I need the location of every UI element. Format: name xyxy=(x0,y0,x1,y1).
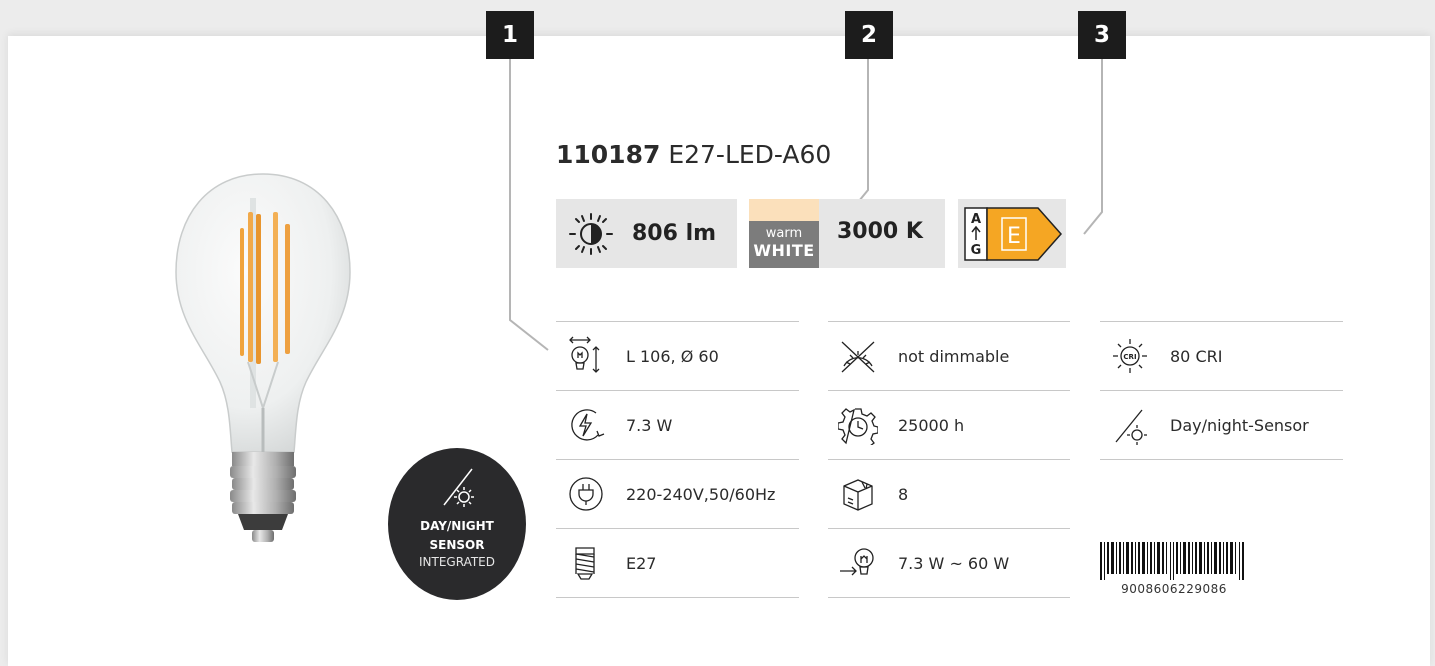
power-icon xyxy=(571,409,605,441)
spec-dimensions: L 106, Ø 60 xyxy=(556,321,799,390)
barcode-number: 9008606229086 xyxy=(1121,582,1227,596)
equivalent-wattage-icon xyxy=(840,548,874,576)
socket-e27-icon xyxy=(575,547,595,580)
filament-bulb-image xyxy=(175,173,351,542)
day-night-sensor-icon xyxy=(1113,408,1147,445)
day-night-sensor-icon xyxy=(441,465,474,507)
spec-dimensions-text: L 106, Ø 60 xyxy=(626,346,719,366)
warm-label: warm xyxy=(765,226,803,241)
warm-white-swatch: warm WHITE xyxy=(749,199,819,268)
barcode xyxy=(1100,542,1244,580)
spec-socket-text: E27 xyxy=(626,553,657,573)
voltage-plug-icon xyxy=(569,477,603,511)
product-code: 110187 xyxy=(556,140,661,169)
spec-voltage: 220-240V,50/60Hz xyxy=(556,459,799,528)
sensor-badge-line3: INTEGRATED xyxy=(418,555,495,569)
spec-sensor: Day/night-Sensor xyxy=(1100,390,1343,459)
not-dimmable-icon xyxy=(841,341,875,373)
energy-label-icon: A G E xyxy=(964,207,1063,261)
spec-cri-text: 80 CRI xyxy=(1170,346,1223,366)
cri-icon: CRI xyxy=(1113,339,1147,373)
sensor-badge-line1: DAY/NIGHT xyxy=(420,519,494,533)
lifetime-hours-icon xyxy=(838,408,878,445)
spec-voltage-text: 220-240V,50/60Hz xyxy=(626,484,776,504)
spec-lifetime: 25000 h xyxy=(828,390,1070,459)
spec-lifetime-text: 25000 h xyxy=(898,415,965,435)
color-temperature-value: 3000 K xyxy=(837,219,923,244)
spec-socket: E27 xyxy=(556,528,799,597)
sensor-badge-line2: SENSOR xyxy=(429,538,485,552)
energy-scale-top: A xyxy=(971,212,981,227)
color-temperature-box: warm WHITE 3000 K xyxy=(749,199,945,268)
day-night-sensor-badge: DAY/NIGHT SENSOR INTEGRATED xyxy=(388,448,526,600)
spec-cri: CRI 80 CRI xyxy=(1100,321,1343,390)
column1-bottom-rule xyxy=(556,597,799,598)
svg-text:CRI: CRI xyxy=(1123,353,1136,361)
spec-dimmable-text: not dimmable xyxy=(898,346,1010,366)
product-title: 110187 E27-LED-A60 xyxy=(556,140,831,169)
spec-package-text: 8 xyxy=(898,484,909,504)
product-name: E27-LED-A60 xyxy=(668,140,832,169)
spec-power: 7.3 W xyxy=(556,390,799,459)
spec-equivalent: 7.3 W ~ 60 W xyxy=(828,528,1070,597)
energy-class-letter: E xyxy=(1007,224,1021,249)
spec-dimmable: not dimmable xyxy=(828,321,1070,390)
lumen-value: 806 lm xyxy=(632,221,717,246)
brightness-icon xyxy=(569,212,613,255)
spec-equivalent-text: 7.3 W ~ 60 W xyxy=(898,553,1010,573)
column3-bottom-rule xyxy=(1100,459,1343,460)
callout-badge-1: 1 xyxy=(486,11,534,59)
white-label: WHITE xyxy=(753,241,815,260)
callout-badge-3: 3 xyxy=(1078,11,1126,59)
callout-badge-2: 2 xyxy=(845,11,893,59)
package-box-icon xyxy=(843,479,873,511)
energy-scale-bottom: G xyxy=(971,243,982,258)
lumen-box: 806 lm xyxy=(556,199,737,268)
column2-bottom-rule xyxy=(828,597,1070,598)
energy-class-box: A G E xyxy=(958,199,1066,268)
spec-package: 8 xyxy=(828,459,1070,528)
dimensions-icon xyxy=(569,336,600,373)
spec-sensor-text: Day/night-Sensor xyxy=(1170,415,1309,435)
spec-power-text: 7.3 W xyxy=(626,415,673,435)
